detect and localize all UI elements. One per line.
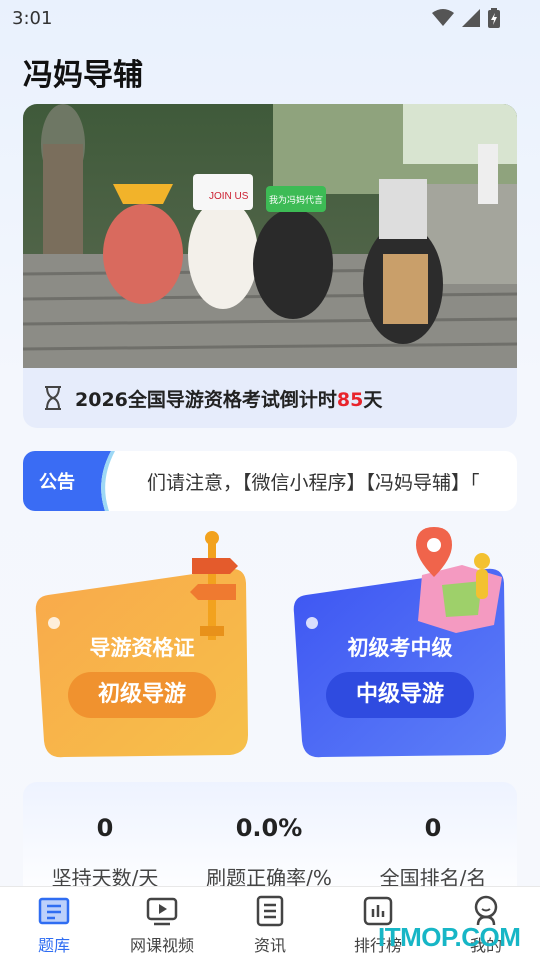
card-primary-guide[interactable]: 导游资格证 初级导游 [34,531,250,759]
tab-label: 题库 [37,936,70,955]
stat-value: 0.0% [235,814,303,842]
banner-photo[interactable]: JOIN US 我为冯妈代言 [23,104,517,368]
stat-value: 0 [96,814,114,842]
status-bar: 3:01 [0,0,540,36]
tab-label: 网课视频 [129,936,194,955]
countdown-prefix: 2026全国导游资格考试倒计时 [75,388,337,411]
watermark-logo: ITMOP.COM [378,922,521,952]
notice-label: 公告 [39,472,75,493]
stat-ranking: 0 全国排名/名 [353,814,513,891]
card-subtitle: 导游资格证 [89,636,195,660]
stat-value: 0 [424,814,442,842]
status-time: 3:01 [12,8,53,29]
battery-icon [488,8,500,28]
tab-label: 资讯 [253,936,286,955]
countdown-text: 2026全国导游资格考试倒计时85天 [75,385,382,412]
video-icon [146,897,178,926]
tab-question-bank[interactable]: 题库 [0,887,108,960]
hourglass-icon [45,386,61,410]
countdown-days: 85 [336,388,364,411]
signpost-icon [190,531,238,640]
countdown-suffix: 天 [363,388,383,411]
status-icons [432,8,500,28]
intermediate-guide-button[interactable]: 中级导游 [326,672,474,718]
tab-news[interactable]: 资讯 [216,887,324,960]
endorse-sign: 我为冯妈代言 [269,194,323,206]
wifi-icon [432,9,454,26]
join-us-sign: JOIN US [209,191,249,202]
stat-accuracy: 0.0% 刷题正确率/% [189,814,349,891]
notice-text[interactable]: 们请注意，【微信小程序】【冯妈导辅】「 [147,468,517,495]
notice-bar[interactable]: 公告 们请注意，【微信小程序】【冯妈导辅】「 [23,451,517,511]
stat-days: 0 坚持天数/天 [25,814,185,891]
card-intermediate-guide[interactable]: 初级考中级 中级导游 [292,527,508,759]
exam-countdown: 2026全国导游资格考试倒计时85天 [23,368,517,428]
stats-card: 0 坚持天数/天 0.0% 刷题正确率/% 0 全国排名/名 [23,782,517,902]
card-subtitle: 初级考中级 [347,636,453,660]
primary-guide-button[interactable]: 初级导游 [68,672,216,718]
app-title: 冯妈导辅 [23,58,143,93]
map-pin-icon [416,527,502,633]
signal-icon [462,9,480,27]
tab-video-course[interactable]: 网课视频 [108,887,216,960]
news-icon [256,895,284,927]
question-bank-icon [38,897,70,925]
banner-card[interactable]: JOIN US 我为冯妈代言 2026全国导游资格考试倒计时85天 [23,104,517,428]
